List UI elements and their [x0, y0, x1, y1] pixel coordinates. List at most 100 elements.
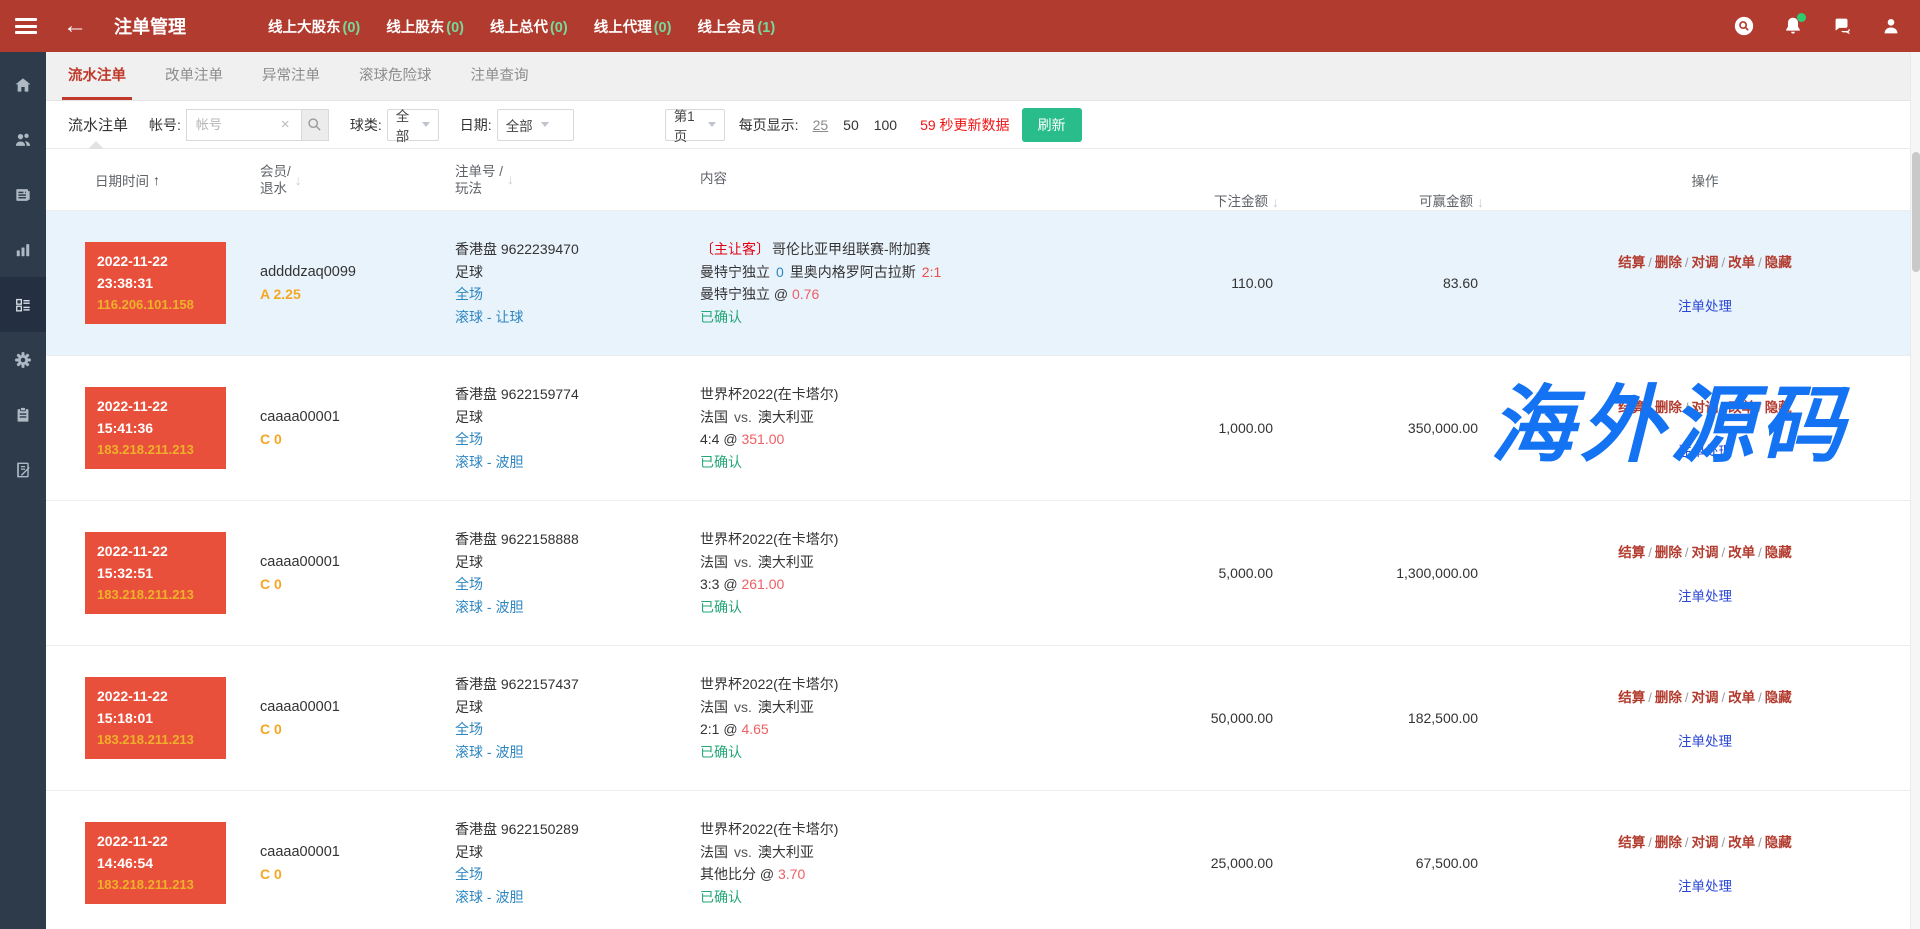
sidebar-item-orders[interactable]	[0, 277, 46, 332]
cell-actions: 结算/删除/对调/改单/隐藏 注单处理	[1490, 646, 1920, 790]
sidebar-item-logs[interactable]	[0, 442, 46, 497]
play-type-link[interactable]: 滚球 - 波胆	[455, 596, 690, 619]
document-icon	[13, 185, 33, 205]
action-settle-link[interactable]: 结算	[1618, 690, 1645, 705]
process-order-link[interactable]: 注单处理	[1678, 730, 1732, 750]
play-type-link[interactable]: 滚球 - 波胆	[455, 886, 690, 909]
page-size-option[interactable]: 25	[811, 117, 831, 133]
sort-desc-icon: ↓	[1272, 194, 1279, 210]
notifications-icon[interactable]	[1782, 15, 1804, 37]
messages-icon[interactable]	[1831, 15, 1853, 37]
action-separator: /	[1685, 400, 1689, 415]
header-icons	[1733, 15, 1902, 37]
scrollbar-thumb[interactable]	[1912, 152, 1920, 272]
play-type-link[interactable]: 滚球 - 让球	[455, 306, 690, 329]
tab-2[interactable]: 异常注单	[256, 52, 326, 100]
scope-link[interactable]: 全场	[455, 573, 690, 596]
action-links: 结算/删除/对调/改单/隐藏	[1618, 831, 1792, 851]
refresh-button[interactable]: 刷新	[1022, 108, 1082, 142]
sidebar-item-statistics[interactable]	[0, 222, 46, 277]
header-order[interactable]: 注单号 / 玩法 ↓	[445, 149, 690, 210]
header-nav-link[interactable]: 线上总代(0)	[490, 16, 568, 37]
header-nav-link[interactable]: 线上大股东(0)	[268, 16, 360, 37]
action-modify-link[interactable]: 改单	[1728, 545, 1755, 560]
scope-link[interactable]: 全场	[455, 718, 690, 741]
action-swap-link[interactable]: 对调	[1692, 400, 1719, 415]
header-member[interactable]: 会员/ 退水 ↓	[250, 149, 445, 210]
play-type-link[interactable]: 滚球 - 波胆	[455, 741, 690, 764]
tab-4[interactable]: 注单查询	[465, 52, 535, 100]
sport-type: 足球	[455, 406, 690, 429]
header-win-label: 可赢金额	[1419, 190, 1473, 210]
action-modify-link[interactable]: 改单	[1728, 690, 1755, 705]
vertical-scrollbar[interactable]	[1910, 52, 1920, 929]
scope-link[interactable]: 全场	[455, 428, 690, 451]
action-delete-link[interactable]: 删除	[1655, 255, 1682, 270]
header-datetime[interactable]: 日期时间 ↑	[46, 149, 250, 210]
header-nav-link[interactable]: 线上会员(1)	[697, 16, 775, 37]
action-swap-link[interactable]: 对调	[1692, 835, 1719, 850]
page-size-option[interactable]: 100	[872, 117, 899, 133]
process-order-link[interactable]: 注单处理	[1678, 440, 1732, 460]
header-nav-link[interactable]: 线上代理(0)	[594, 16, 672, 37]
action-hide-link[interactable]: 隐藏	[1765, 835, 1792, 850]
action-settle-link[interactable]: 结算	[1618, 400, 1645, 415]
page-select[interactable]: 第1页	[665, 109, 725, 141]
user-icon-glyph	[1880, 15, 1902, 37]
action-hide-link[interactable]: 隐藏	[1765, 255, 1792, 270]
action-hide-link[interactable]: 隐藏	[1765, 545, 1792, 560]
page-size-option[interactable]: 50	[841, 117, 861, 133]
cell-order: 香港盘 9622239470 足球 全场 滚球 - 让球	[445, 211, 690, 355]
sidebar-item-tasks[interactable]	[0, 387, 46, 442]
content-match-line: 法国vs.澳大利亚	[700, 696, 1160, 719]
action-delete-link[interactable]: 删除	[1655, 835, 1682, 850]
user-icon[interactable]	[1880, 15, 1902, 37]
action-hide-link[interactable]: 隐藏	[1765, 690, 1792, 705]
action-delete-link[interactable]: 删除	[1655, 690, 1682, 705]
action-settle-link[interactable]: 结算	[1618, 255, 1645, 270]
header-win-amount[interactable]: 可赢金额 ↓	[1285, 149, 1490, 210]
process-order-link[interactable]: 注单处理	[1678, 295, 1732, 315]
action-modify-link[interactable]: 改单	[1728, 835, 1755, 850]
action-modify-link[interactable]: 改单	[1728, 400, 1755, 415]
tab-3[interactable]: 滚球危险球	[353, 52, 438, 100]
action-swap-link[interactable]: 对调	[1692, 690, 1719, 705]
action-swap-link[interactable]: 对调	[1692, 545, 1719, 560]
home-icon	[13, 75, 33, 95]
action-separator: /	[1648, 690, 1652, 705]
table-row: 2022-11-22 23:38:31 116.206.101.158 addd…	[46, 211, 1920, 356]
action-delete-link[interactable]: 删除	[1655, 545, 1682, 560]
process-order-link[interactable]: 注单处理	[1678, 875, 1732, 895]
action-swap-link[interactable]: 对调	[1692, 255, 1719, 270]
process-order-link[interactable]: 注单处理	[1678, 585, 1732, 605]
action-settle-link[interactable]: 结算	[1618, 835, 1645, 850]
back-arrow-icon[interactable]: ←	[63, 14, 87, 38]
action-settle-link[interactable]: 结算	[1618, 545, 1645, 560]
date-select[interactable]: 全部	[497, 109, 574, 141]
tab-0[interactable]: 流水注单	[62, 52, 132, 100]
play-type-link[interactable]: 滚球 - 波胆	[455, 451, 690, 474]
scope-link[interactable]: 全场	[455, 283, 690, 306]
clear-icon[interactable]: ×	[281, 109, 301, 141]
tab-1[interactable]: 改单注单	[159, 52, 229, 100]
search-icon[interactable]	[1733, 15, 1755, 37]
action-delete-link[interactable]: 删除	[1655, 400, 1682, 415]
action-modify-link[interactable]: 改单	[1728, 255, 1755, 270]
cell-win-amount: 83.60	[1285, 211, 1490, 355]
sidebar-item-home[interactable]	[0, 57, 46, 112]
search-button[interactable]	[301, 109, 329, 141]
sport-select[interactable]: 全部	[387, 109, 439, 141]
sidebar-item-reports[interactable]	[0, 167, 46, 222]
sidebar-item-users[interactable]	[0, 112, 46, 167]
header-bet-amount[interactable]: 下注金额 ↓	[1160, 149, 1285, 210]
sidebar-item-settings[interactable]	[0, 332, 46, 387]
menu-icon[interactable]	[15, 18, 37, 34]
action-separator: /	[1685, 255, 1689, 270]
member-rebate: C 0	[260, 576, 445, 592]
action-hide-link[interactable]: 隐藏	[1765, 400, 1792, 415]
member-name: addddzaq0099	[260, 264, 445, 280]
action-links: 结算/删除/对调/改单/隐藏	[1618, 686, 1792, 706]
header-nav-link[interactable]: 线上股东(0)	[386, 16, 464, 37]
scope-link[interactable]: 全场	[455, 863, 690, 886]
datetime-badge: 2022-11-22 14:46:54 183.218.211.213	[85, 822, 226, 904]
